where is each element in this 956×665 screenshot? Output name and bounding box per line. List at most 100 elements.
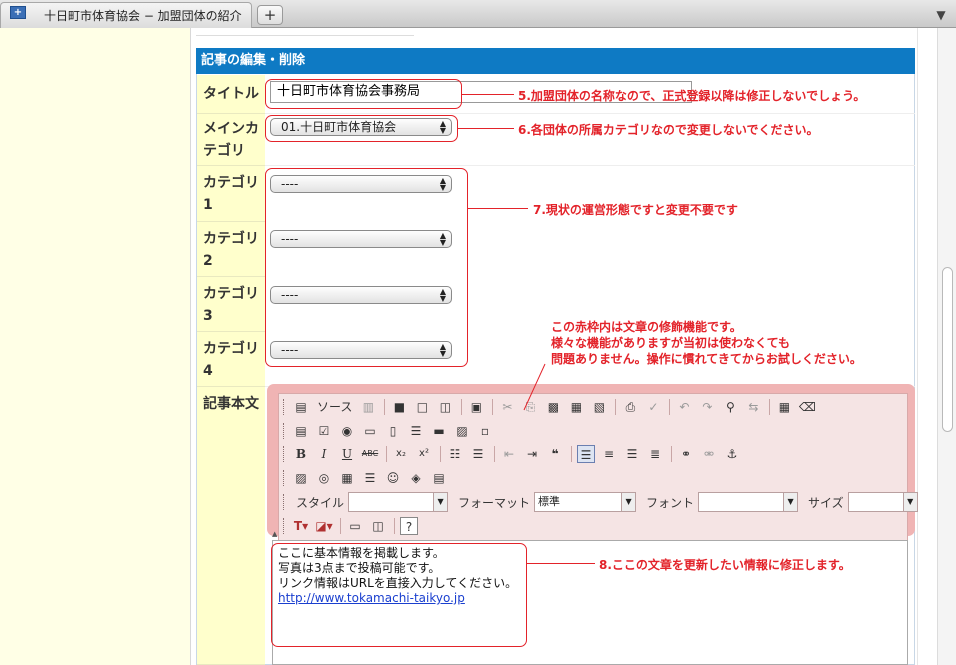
category-4-label: カテゴリ4 bbox=[197, 332, 265, 387]
toolbar-row-5: スタイル ▼ フォーマット 標準 ▼ フォント ▼ サイズ ▼ bbox=[283, 491, 924, 513]
form-icon[interactable]: ▤ bbox=[292, 422, 310, 440]
text-color-icon[interactable]: T▾ bbox=[292, 517, 310, 535]
image-icon[interactable]: ▨ bbox=[292, 469, 310, 487]
source-button[interactable]: ソース bbox=[315, 398, 354, 416]
smiley-icon[interactable]: ☺ bbox=[384, 469, 402, 487]
combo-arrow-icon: ▼ bbox=[433, 493, 448, 511]
find-icon[interactable]: ⚲ bbox=[721, 398, 739, 416]
align-center-icon[interactable]: ≡ bbox=[600, 445, 618, 463]
content-divider bbox=[190, 28, 191, 665]
maximize-icon[interactable]: ▭ bbox=[346, 517, 364, 535]
align-right-icon[interactable]: ☰ bbox=[623, 445, 641, 463]
show-blocks-icon[interactable]: ◫ bbox=[369, 517, 387, 535]
source-icon[interactable]: ▤ bbox=[292, 398, 310, 416]
numbered-list-icon[interactable]: ☷ bbox=[446, 445, 464, 463]
new-page-icon[interactable]: □ bbox=[413, 398, 431, 416]
special-char-icon[interactable]: ◈ bbox=[407, 469, 425, 487]
spellcheck-icon[interactable]: ✓ bbox=[644, 398, 662, 416]
anchor-icon[interactable]: ⚓ bbox=[723, 445, 741, 463]
horizontal-rule-icon[interactable]: ☰ bbox=[361, 469, 379, 487]
align-left-icon[interactable]: ☰ bbox=[577, 445, 595, 463]
remove-format-icon[interactable]: ⌫ bbox=[798, 398, 816, 416]
save-icon[interactable]: ■ bbox=[390, 398, 408, 416]
bold-icon[interactable]: B bbox=[292, 445, 310, 463]
superscript-icon[interactable]: x² bbox=[415, 445, 433, 463]
category-2-label-text: カテゴリ2 bbox=[203, 231, 259, 269]
toolbar-grip bbox=[283, 518, 286, 534]
hidden-field-icon[interactable]: ▫ bbox=[476, 422, 494, 440]
toolbar-note-line-3: 問題ありません。操作に慣れてきてからお試しください。 bbox=[551, 352, 862, 366]
undo-icon[interactable]: ↶ bbox=[675, 398, 693, 416]
row-divider bbox=[265, 165, 915, 166]
image-button-icon[interactable]: ▨ bbox=[453, 422, 471, 440]
toolbar-separator bbox=[340, 518, 341, 534]
align-justify-icon[interactable]: ≣ bbox=[646, 445, 664, 463]
table-icon[interactable]: ▦ bbox=[338, 469, 356, 487]
select-field-icon[interactable]: ☰ bbox=[407, 422, 425, 440]
toolbar-separator bbox=[615, 399, 617, 415]
title-label: タイトル bbox=[197, 75, 265, 114]
size-combo[interactable]: ▼ bbox=[847, 492, 918, 512]
annotation-connector bbox=[527, 563, 595, 564]
top-divider bbox=[196, 28, 414, 36]
underline-icon[interactable]: U bbox=[338, 445, 356, 463]
cut-icon[interactable]: ✂ bbox=[498, 398, 516, 416]
unlink-icon[interactable]: ⚮ bbox=[700, 445, 718, 463]
flash-icon[interactable]: ◎ bbox=[315, 469, 333, 487]
style-combo[interactable]: ▼ bbox=[348, 492, 449, 512]
scrollbar-thumb[interactable] bbox=[942, 267, 953, 432]
annotation-connector bbox=[468, 208, 528, 209]
bg-color-icon[interactable]: ◪▾ bbox=[315, 517, 333, 535]
annotation-5: 5.加盟団体の名称なので、正式登録以降は修正しないでしょう。 bbox=[518, 89, 866, 103]
textfield-icon[interactable]: ▭ bbox=[361, 422, 379, 440]
new-tab-button[interactable]: + bbox=[257, 5, 283, 25]
main-category-label-text: メインカテゴリ bbox=[203, 121, 259, 159]
toolbar-row-2: ▤ ☑ ◉ ▭ ▯ ☰ ▬ ▨ ▫ bbox=[283, 420, 499, 442]
italic-icon[interactable]: I bbox=[315, 445, 333, 463]
annotation-7: 7.現状の運営形態ですと変更不要です bbox=[533, 203, 738, 217]
annotation-connector bbox=[458, 128, 514, 129]
print-icon[interactable]: ⎙ bbox=[621, 398, 639, 416]
category-2-label: カテゴリ2 bbox=[197, 222, 265, 277]
textarea-icon[interactable]: ▯ bbox=[384, 422, 402, 440]
select-all-icon[interactable]: ▦ bbox=[775, 398, 793, 416]
font-label: フォント bbox=[646, 495, 695, 510]
page-break-icon[interactable]: ▤ bbox=[430, 469, 448, 487]
category-3-label-text: カテゴリ3 bbox=[203, 286, 259, 324]
paste-text-icon[interactable]: ▦ bbox=[567, 398, 585, 416]
toolbar-separator bbox=[394, 518, 395, 534]
collapse-toolbar-icon[interactable]: ▲ bbox=[272, 530, 280, 538]
subscript-icon[interactable]: x₂ bbox=[392, 445, 410, 463]
checkbox-icon[interactable]: ☑ bbox=[315, 422, 333, 440]
templates-icon[interactable]: ▥ bbox=[359, 398, 377, 416]
replace-icon[interactable]: ⇆ bbox=[744, 398, 762, 416]
toolbar-separator bbox=[386, 446, 387, 462]
blockquote-icon[interactable]: ❝ bbox=[546, 445, 564, 463]
strikethrough-icon[interactable]: ABC bbox=[361, 445, 379, 463]
combo-arrow-icon: ▼ bbox=[783, 493, 798, 511]
body-label: 記事本文 bbox=[197, 387, 265, 665]
tab-menu-icon[interactable]: ▼ bbox=[930, 5, 952, 25]
redo-icon[interactable]: ↷ bbox=[698, 398, 716, 416]
category-1-label-text: カテゴリ1 bbox=[203, 175, 259, 213]
category-3-label: カテゴリ3 bbox=[197, 277, 265, 332]
combo-arrow-icon: ▼ bbox=[902, 493, 917, 511]
toolbar-separator bbox=[671, 446, 672, 462]
outdent-icon[interactable]: ⇤ bbox=[500, 445, 518, 463]
preview-icon[interactable]: ◫ bbox=[436, 398, 454, 416]
bulleted-list-icon[interactable]: ☰ bbox=[469, 445, 487, 463]
font-combo[interactable]: ▼ bbox=[698, 492, 799, 512]
link-icon[interactable]: ⚭ bbox=[677, 445, 695, 463]
combo-arrow-icon: ▼ bbox=[621, 493, 636, 511]
toolbar-separator bbox=[440, 446, 441, 462]
format-combo[interactable]: 標準 ▼ bbox=[534, 492, 637, 512]
button-field-icon[interactable]: ▬ bbox=[430, 422, 448, 440]
form-header: 記事の編集・削除 bbox=[196, 48, 915, 74]
help-icon[interactable]: ? bbox=[400, 517, 418, 535]
categories-highlight-box bbox=[265, 168, 468, 367]
document-icon[interactable]: ▣ bbox=[467, 398, 485, 416]
paste-word-icon[interactable]: ▧ bbox=[590, 398, 608, 416]
radio-icon[interactable]: ◉ bbox=[338, 422, 356, 440]
toolbar-separator bbox=[669, 399, 671, 415]
indent-icon[interactable]: ⇥ bbox=[523, 445, 541, 463]
